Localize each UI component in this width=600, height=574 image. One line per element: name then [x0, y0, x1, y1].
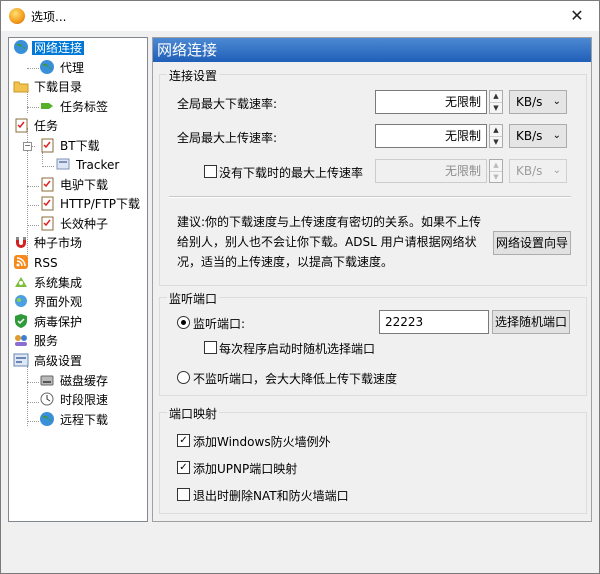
tree-item-http-ftp[interactable]: HTTP/FTP下载: [39, 195, 142, 214]
tree-item-download-dir[interactable]: 下载目录: [13, 78, 84, 97]
task-icon: [39, 195, 55, 211]
tree-item-emule[interactable]: 电驴下载: [39, 176, 110, 195]
tag-icon: [39, 98, 55, 114]
tree-item-advanced[interactable]: 高级设置: [13, 352, 84, 371]
title-bar: 选项... ✕: [1, 1, 599, 31]
panel-header: 网络连接: [153, 38, 591, 62]
spin-down-icon[interactable]: ▼: [490, 103, 502, 114]
upnp-checkbox[interactable]: ✓: [177, 461, 190, 474]
max-upload-field[interactable]: 无限制: [375, 124, 487, 148]
chevron-down-icon: ⌄: [552, 165, 561, 176]
system-icon: [13, 274, 29, 290]
task-icon: [13, 117, 29, 133]
service-icon: [13, 332, 29, 348]
random-port-button[interactable]: 选择随机端口: [492, 310, 570, 334]
tree-item-appearance[interactable]: 界面外观: [13, 293, 84, 312]
remove-on-exit-checkbox[interactable]: [177, 488, 190, 501]
firewall-checkbox[interactable]: ✓: [177, 434, 190, 447]
tracker-icon: [55, 156, 71, 172]
window-title: 选项...: [31, 10, 67, 24]
spin-up-icon[interactable]: ▲: [490, 125, 502, 137]
firewall-label: 添加Windows防火墙例外: [193, 435, 331, 449]
options-tree[interactable]: − 网络连接 代理 下载目录 任务标签 任务 BT下载 Tracker 电驴下载…: [8, 37, 148, 522]
no-listen-label: 不监听端口，会大大降低上传下载速度: [193, 372, 398, 386]
close-button[interactable]: ✕: [555, 1, 599, 31]
appearance-icon: [13, 293, 29, 309]
collapse-bt-icon[interactable]: −: [23, 142, 32, 151]
port-mapping-group-title: 端口映射: [167, 405, 220, 422]
advice-line-1: 建议:你的下载速度与上传速度有密切的关系。如果不上传: [177, 215, 482, 229]
tree-item-tasks[interactable]: 任务: [13, 117, 60, 136]
magnet-icon: [13, 234, 29, 250]
tree-item-system[interactable]: 系统集成: [13, 274, 84, 293]
spin-up-icon[interactable]: ▲: [490, 160, 502, 172]
tree-item-seed-market[interactable]: 种子市场: [13, 234, 84, 253]
no-download-upload-label: 没有下载时的最大上传速率: [219, 166, 364, 180]
no-download-upload-spinner[interactable]: ▲ ▼: [489, 159, 503, 183]
max-download-spinner[interactable]: ▲ ▼: [489, 90, 503, 114]
listen-port-group-title: 监听端口: [167, 290, 220, 307]
divider: [169, 196, 571, 198]
advanced-icon: [13, 352, 29, 368]
globe-icon: [39, 59, 55, 75]
max-upload-unit-select[interactable]: KB/s ⌄: [509, 124, 567, 148]
no-download-upload-checkbox[interactable]: [204, 165, 217, 178]
folder-icon: [13, 78, 29, 94]
no-download-upload-unit-select[interactable]: KB/s ⌄: [509, 159, 567, 183]
tree-item-long-seed[interactable]: 长效种子: [39, 215, 110, 234]
no-listen-radio[interactable]: [177, 371, 190, 384]
tree-item-time-limit[interactable]: 时段限速: [39, 391, 110, 410]
random-on-start-checkbox[interactable]: [204, 341, 217, 354]
remote-icon: [39, 411, 55, 427]
tree-item-disk-cache[interactable]: 磁盘缓存: [39, 372, 110, 391]
rss-icon: [13, 254, 29, 270]
tree-item-tracker[interactable]: Tracker: [55, 156, 121, 175]
max-download-label: 全局最大下载速率:: [177, 97, 278, 111]
listen-port-label: 监听端口:: [193, 317, 246, 331]
max-upload-label: 全局最大上传速率:: [177, 131, 278, 145]
shield-icon: [13, 313, 29, 329]
app-logo-icon: [9, 8, 25, 24]
advice-line-2: 给别人，别人也不会让你下载。ADSL 用户请根据网络状: [177, 235, 477, 249]
unit-value: KB/s: [516, 164, 543, 178]
tree-item-remote[interactable]: 远程下载: [39, 411, 110, 430]
task-icon: [39, 176, 55, 192]
settings-panel: 网络连接 连接设置 全局最大下载速率: 无限制 ▲ ▼ KB/s ⌄ 全局最大上传速…: [152, 37, 592, 522]
advice-line-3: 况，适当的上传速度，以提高下载速度。: [177, 255, 394, 269]
max-download-field[interactable]: 无限制: [375, 90, 487, 114]
clock-icon: [39, 391, 55, 407]
upnp-label: 添加UPNP端口映射: [193, 462, 298, 476]
tree-item-service[interactable]: 服务: [13, 332, 60, 351]
disk-icon: [39, 372, 55, 388]
remove-on-exit-label: 退出时删除NAT和防火墙端口: [193, 489, 349, 503]
tree-item-bt[interactable]: BT下载: [39, 137, 102, 156]
tree-item-network[interactable]: 网络连接: [13, 39, 85, 58]
listen-port-radio[interactable]: [177, 316, 190, 329]
spin-up-icon[interactable]: ▲: [490, 91, 502, 103]
no-download-upload-field[interactable]: 无限制: [375, 159, 487, 183]
network-wizard-button[interactable]: 网络设置向导: [493, 231, 571, 255]
unit-value: KB/s: [516, 95, 543, 109]
connection-group-title: 连接设置: [167, 67, 220, 84]
spin-down-icon[interactable]: ▼: [490, 137, 502, 148]
tree-item-proxy[interactable]: 代理: [39, 59, 86, 78]
max-upload-spinner[interactable]: ▲ ▼: [489, 124, 503, 148]
chevron-down-icon: ⌄: [552, 96, 561, 107]
max-download-unit-select[interactable]: KB/s ⌄: [509, 90, 567, 114]
task-icon: [39, 137, 55, 153]
chevron-down-icon: ⌄: [552, 130, 561, 141]
task-icon: [39, 215, 55, 231]
globe-icon: [13, 39, 29, 55]
tree-item-task-tags[interactable]: 任务标签: [39, 98, 110, 117]
random-on-start-label: 每次程序启动时随机选择端口: [219, 342, 376, 356]
tree-item-rss[interactable]: RSS: [13, 254, 60, 273]
spin-down-icon[interactable]: ▼: [490, 172, 502, 183]
port-number-field[interactable]: 22223: [379, 310, 489, 334]
unit-value: KB/s: [516, 129, 543, 143]
tree-item-antivirus[interactable]: 病毒保护: [13, 313, 84, 332]
